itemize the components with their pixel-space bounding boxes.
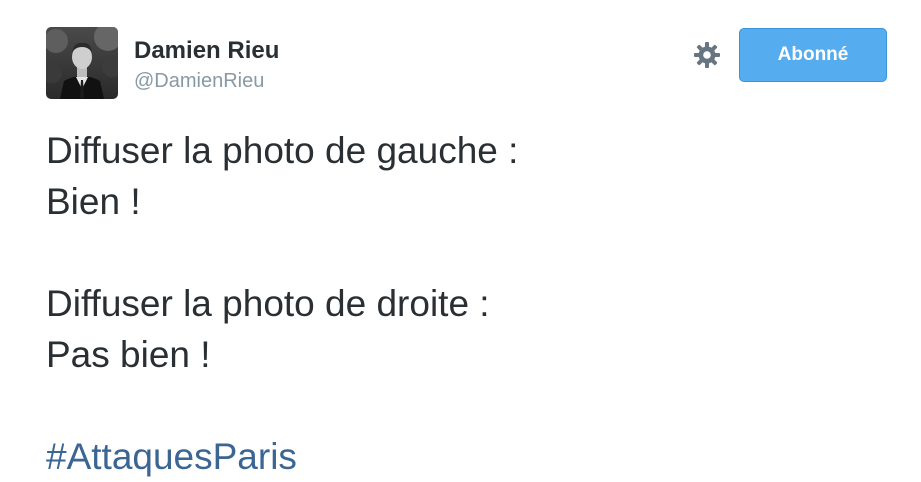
tweet-line: Pas bien ! bbox=[46, 334, 211, 375]
gear-icon[interactable] bbox=[693, 41, 721, 69]
tweet-line: Diffuser la photo de gauche : bbox=[46, 130, 519, 171]
tweet-line: Bien ! bbox=[46, 181, 141, 222]
tweet-card: Damien Rieu @DamienRieu Abonné Diffuser … bbox=[0, 0, 921, 481]
follow-button[interactable]: Abonné bbox=[739, 28, 887, 82]
profile-photo-image bbox=[46, 27, 118, 99]
author-names: Damien Rieu @DamienRieu bbox=[134, 37, 279, 93]
tweet-line bbox=[46, 227, 896, 278]
hashtag-link[interactable]: #AttaquesParis bbox=[46, 436, 297, 477]
tweet-line bbox=[46, 380, 896, 431]
avatar[interactable] bbox=[46, 27, 118, 99]
screen-name[interactable]: @DamienRieu bbox=[134, 69, 279, 93]
tweet-line: Diffuser la photo de droite : bbox=[46, 283, 490, 324]
tweet-text: Diffuser la photo de gauche : Bien ! Dif… bbox=[46, 125, 896, 482]
tweet-header: Damien Rieu @DamienRieu bbox=[46, 27, 279, 99]
display-name[interactable]: Damien Rieu bbox=[134, 37, 279, 65]
hashtag-line: #AttaquesParis bbox=[46, 431, 896, 482]
